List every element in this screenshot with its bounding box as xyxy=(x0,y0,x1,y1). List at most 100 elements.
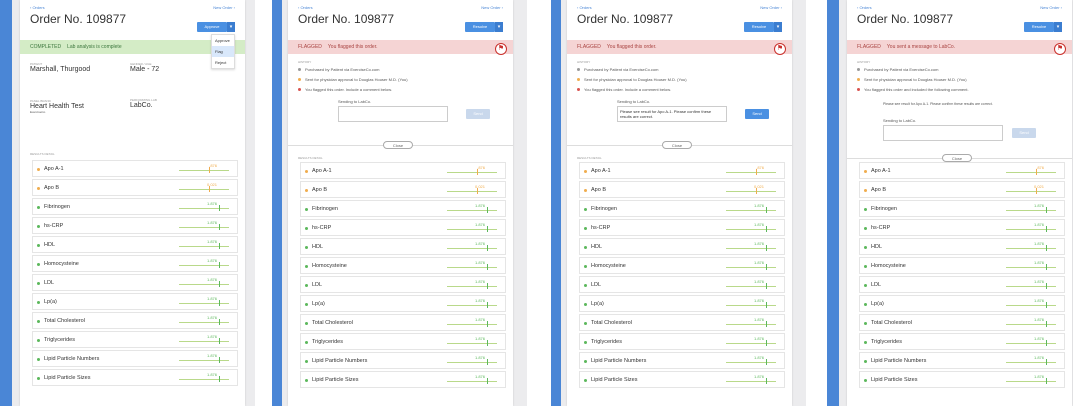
flag-icon[interactable]: ⚑ xyxy=(774,43,786,55)
result-row[interactable]: HDL 1.876 xyxy=(300,238,506,255)
result-row[interactable]: Lipid Particle Numbers 1.876 xyxy=(32,350,238,367)
result-row[interactable]: Homocysteine 1.876 xyxy=(300,257,506,274)
result-row[interactable]: Fibrinogen 1.876 xyxy=(32,198,238,215)
result-name: Triglycerides xyxy=(591,339,622,345)
result-value: .876 xyxy=(477,165,485,170)
chevron-down-icon[interactable]: ▾ xyxy=(495,22,503,32)
new-order-link[interactable]: New Order › xyxy=(481,5,503,10)
result-row[interactable]: Homocysteine 1.876 xyxy=(32,255,238,272)
dropdown-approve[interactable]: Approve xyxy=(212,35,234,46)
status-dot-icon xyxy=(584,246,587,249)
result-row[interactable]: LDL 1.876 xyxy=(579,276,785,293)
result-row[interactable]: Lipid Particle Sizes 1.876 xyxy=(859,371,1065,388)
result-name: Homocysteine xyxy=(871,263,906,269)
send-button[interactable]: Send xyxy=(1012,128,1036,138)
result-row[interactable]: Apo B 0.021 xyxy=(859,181,1065,198)
resolve-button[interactable]: Resolve xyxy=(465,22,495,32)
range-gauge xyxy=(726,283,776,289)
result-row[interactable]: Triglycerides 1.876 xyxy=(579,333,785,350)
result-row[interactable]: LDL 1.876 xyxy=(859,276,1065,293)
result-row[interactable]: Apo A-1 .876 xyxy=(300,162,506,179)
result-name: Fibrinogen xyxy=(44,204,70,210)
resolve-button[interactable]: Resolve xyxy=(744,22,774,32)
range-gauge xyxy=(447,169,497,175)
result-value: 1.876 xyxy=(206,315,217,320)
result-row[interactable]: Total Cholesterol 1.876 xyxy=(579,314,785,331)
result-row[interactable]: Lipid Particle Sizes 1.876 xyxy=(300,371,506,388)
results-list: Apo A-1.876 Apo B 0.021 Fibrinogen 1.876 hs-C… xyxy=(859,162,1065,390)
result-name: Apo A-1 xyxy=(44,166,64,172)
send-button[interactable]: Send xyxy=(745,109,769,119)
chevron-down-icon[interactable]: ▾ xyxy=(774,22,782,32)
result-name: Homocysteine xyxy=(312,263,347,269)
result-value: 1.876 xyxy=(474,374,485,379)
result-row[interactable]: Total Cholesterol 1.876 xyxy=(32,312,238,329)
result-row[interactable]: Apo A-1 .876 xyxy=(579,162,785,179)
new-order-link[interactable]: New Order › xyxy=(1040,5,1062,10)
back-link[interactable]: ‹ Orders xyxy=(30,5,45,10)
result-row[interactable]: hs-CRP 1.876 xyxy=(859,219,1065,236)
new-order-link[interactable]: New Order › xyxy=(760,5,782,10)
result-row[interactable]: HDL 1.876 xyxy=(579,238,785,255)
result-row[interactable]: Triglycerides 1.876 xyxy=(32,331,238,348)
result-value: 1.876 xyxy=(206,258,217,263)
range-gauge xyxy=(447,264,497,270)
resolve-button[interactable]: Resolve xyxy=(1024,22,1054,32)
back-link[interactable]: ‹ Orders xyxy=(857,5,872,10)
close-button[interactable]: Close xyxy=(383,141,413,149)
flag-icon[interactable]: ⚑ xyxy=(1054,43,1066,55)
result-row[interactable]: HDL 1.876 xyxy=(859,238,1065,255)
send-button[interactable]: Send xyxy=(466,109,490,119)
result-row[interactable]: Lipid Particle Numbers 1.876 xyxy=(300,352,506,369)
result-row[interactable]: Fibrinogen 1.876 xyxy=(300,200,506,217)
back-link[interactable]: ‹ Orders xyxy=(577,5,592,10)
result-row[interactable]: LDL 1.876 xyxy=(300,276,506,293)
dropdown-flag[interactable]: Flag xyxy=(212,46,234,57)
new-order-link[interactable]: New Order › xyxy=(213,5,235,10)
result-row[interactable]: Triglycerides 1.876 xyxy=(859,333,1065,350)
result-row[interactable]: Apo B 0.021 xyxy=(32,179,238,196)
result-row[interactable]: LDL 1.876 xyxy=(32,274,238,291)
result-row[interactable]: Lipid Particle Numbers 1.876 xyxy=(579,352,785,369)
result-row[interactable]: Triglycerides 1.876 xyxy=(300,333,506,350)
result-name: Lipid Particle Sizes xyxy=(591,377,638,383)
result-row[interactable]: Total Cholesterol 1.876 xyxy=(859,314,1065,331)
result-row[interactable]: Lipid Particle Sizes 1.876 xyxy=(32,369,238,386)
result-row[interactable]: hs-CRP 1.876 xyxy=(300,219,506,236)
status-dot-icon xyxy=(864,284,867,287)
back-link[interactable]: ‹ Orders xyxy=(298,5,313,10)
result-row[interactable]: Apo B 0.021 xyxy=(300,181,506,198)
comment-input[interactable] xyxy=(883,125,1003,141)
approve-button[interactable]: Approve xyxy=(197,22,227,32)
result-row[interactable]: Apo A-1 .876 xyxy=(859,162,1065,179)
result-row[interactable]: Lipid Particle Numbers 1.876 xyxy=(859,352,1065,369)
result-row[interactable]: Fibrinogen 1.876 xyxy=(859,200,1065,217)
comment-input[interactable] xyxy=(338,106,448,122)
comment-input[interactable]: Please see result for Apo A-1. Please co… xyxy=(617,106,727,122)
result-row[interactable]: Homocysteine 1.876 xyxy=(579,257,785,274)
close-button[interactable]: Close xyxy=(942,154,972,162)
result-name: Apo B xyxy=(871,187,886,193)
result-row[interactable]: Fibrinogen 1.876 xyxy=(579,200,785,217)
result-value: 1.876 xyxy=(753,279,764,284)
result-row[interactable]: Lp(a) 1.876 xyxy=(300,295,506,312)
result-row[interactable]: Apo A-1 .876 xyxy=(32,160,238,177)
range-gauge xyxy=(447,226,497,232)
result-row[interactable]: Total Cholesterol 1.876 xyxy=(300,314,506,331)
close-button[interactable]: Close xyxy=(662,141,692,149)
result-row[interactable]: Homocysteine 1.876 xyxy=(859,257,1065,274)
flag-icon[interactable]: ⚑ xyxy=(495,43,507,55)
range-gauge xyxy=(179,376,229,382)
result-row[interactable]: hs-CRP 1.876 xyxy=(579,219,785,236)
chevron-down-icon[interactable]: ▾ xyxy=(227,22,235,32)
result-name: HDL xyxy=(312,244,324,250)
result-name: LDL xyxy=(312,282,323,288)
result-row[interactable]: Lp(a) 1.876 xyxy=(32,293,238,310)
result-row[interactable]: Apo B 0.021 xyxy=(579,181,785,198)
chevron-down-icon[interactable]: ▾ xyxy=(1054,22,1062,32)
result-row[interactable]: Lp(a) 1.876 xyxy=(579,295,785,312)
result-row[interactable]: Lp(a) 1.876 xyxy=(859,295,1065,312)
result-row[interactable]: Lipid Particle Sizes 1.876 xyxy=(579,371,785,388)
result-row[interactable]: hs-CRP 1.876 xyxy=(32,217,238,234)
result-row[interactable]: HDL 1.876 xyxy=(32,236,238,253)
